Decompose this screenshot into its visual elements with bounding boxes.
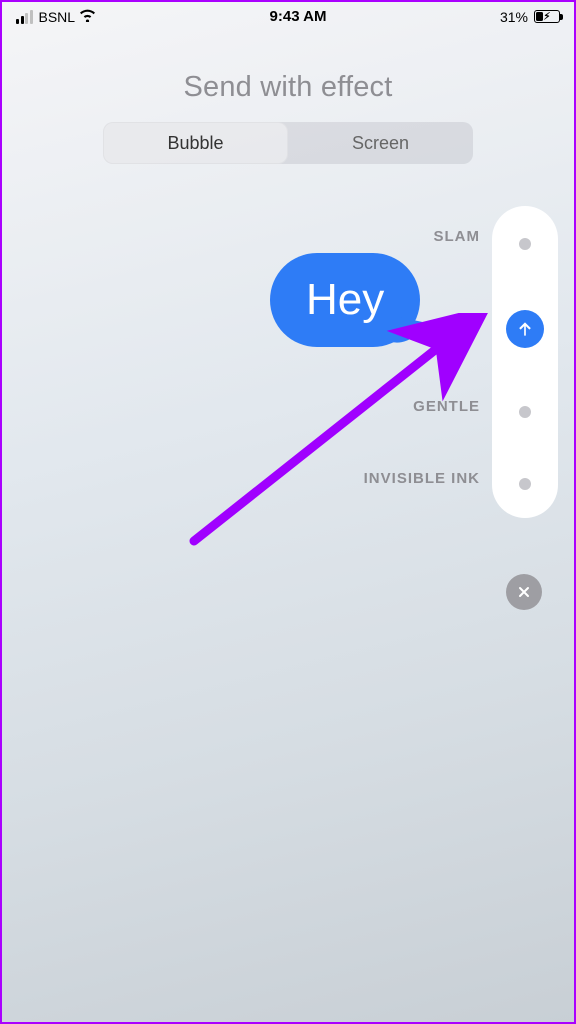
page-title: Send with effect bbox=[2, 71, 574, 104]
message-text: Hey bbox=[306, 275, 384, 324]
wifi-icon bbox=[79, 9, 96, 25]
status-right: 31% ⚡︎ bbox=[500, 9, 560, 25]
effects-selector-track bbox=[492, 206, 558, 518]
signal-icon bbox=[16, 10, 33, 24]
effect-label-gentle: GENTLE bbox=[413, 398, 480, 415]
segmented-control[interactable]: Bubble Screen bbox=[103, 122, 473, 164]
status-bar: BSNL 9:43 AM 31% ⚡︎ bbox=[2, 2, 574, 27]
effect-dot-invisible-ink[interactable] bbox=[519, 478, 531, 490]
status-left: BSNL bbox=[16, 9, 96, 25]
message-bubble: Hey bbox=[270, 253, 420, 347]
effect-label-slam: SLAM bbox=[434, 228, 481, 245]
annotation-arrow-icon bbox=[184, 313, 494, 553]
tab-bubble[interactable]: Bubble bbox=[103, 122, 288, 164]
battery-percent: 31% bbox=[500, 9, 528, 25]
battery-icon: ⚡︎ bbox=[534, 10, 560, 23]
carrier-label: BSNL bbox=[39, 9, 76, 25]
effect-dot-slam[interactable] bbox=[519, 238, 531, 250]
close-button[interactable] bbox=[506, 574, 542, 610]
status-time: 9:43 AM bbox=[270, 8, 327, 25]
send-button[interactable] bbox=[506, 310, 544, 348]
arrow-up-icon bbox=[515, 319, 535, 339]
bubble-tail-icon bbox=[394, 321, 426, 351]
effect-dot-gentle[interactable] bbox=[519, 406, 531, 418]
tab-screen[interactable]: Screen bbox=[288, 122, 473, 164]
close-icon bbox=[516, 584, 532, 600]
effect-label-invisible-ink: INVISIBLE INK bbox=[364, 470, 480, 487]
